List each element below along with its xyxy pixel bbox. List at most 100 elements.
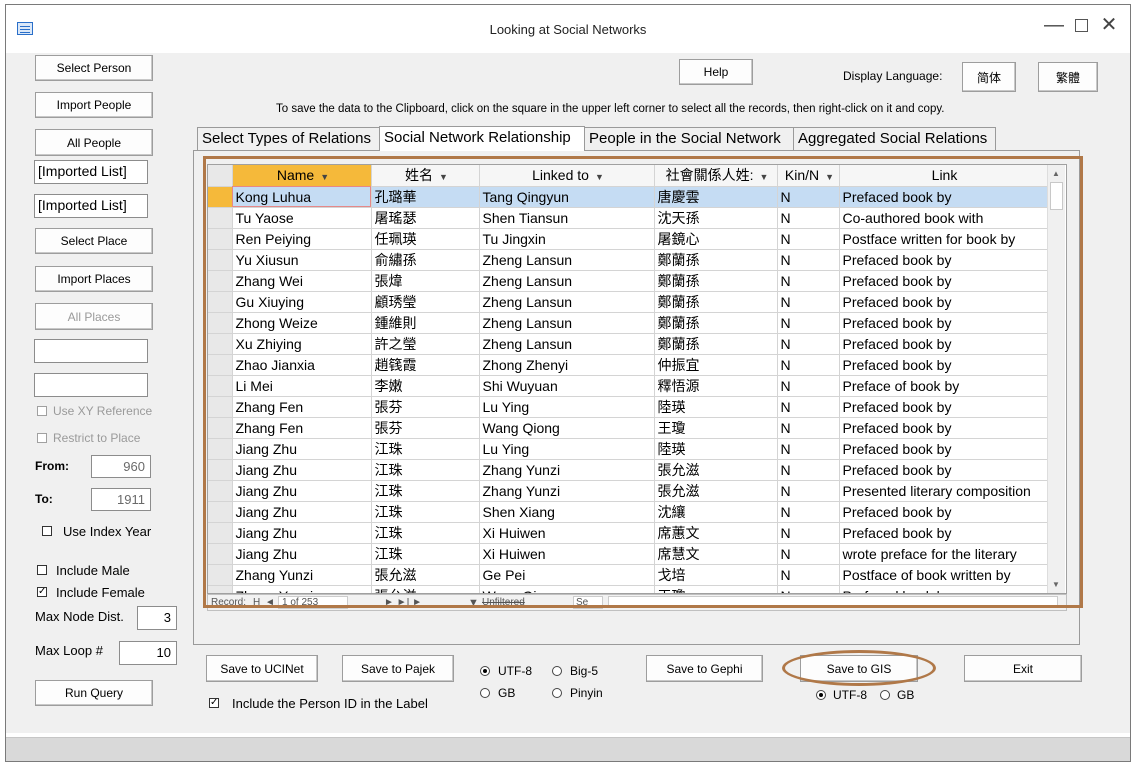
table-cell[interactable]: Jiang Zhu bbox=[232, 438, 372, 460]
save-to-gephi-button[interactable]: Save to Gephi bbox=[646, 655, 763, 682]
table-cell[interactable]: 鄭蘭孫 bbox=[654, 270, 778, 292]
table-cell[interactable]: 趙篯霞 bbox=[371, 354, 480, 376]
table-cell[interactable]: Tu Yaose bbox=[232, 207, 372, 229]
table-cell[interactable]: 屠瑤瑟 bbox=[371, 207, 480, 229]
table-cell[interactable]: N bbox=[777, 585, 840, 593]
filter-status[interactable]: Unfiltered bbox=[482, 597, 525, 608]
table-row[interactable]: Zhao Jianxia 趙篯霞 Zhong Zhenyi 仲振宜 N Prefaced … bbox=[208, 354, 1048, 376]
dropdown-arrow-icon[interactable]: ▼ bbox=[439, 172, 448, 182]
table-cell[interactable]: Prefaced book by bbox=[839, 291, 1048, 313]
table-cell[interactable]: Tu Jingxin bbox=[479, 228, 655, 250]
utf8-radio[interactable] bbox=[480, 666, 490, 676]
table-cell[interactable]: 釋悟源 bbox=[654, 375, 778, 397]
table-cell[interactable]: 戈培 bbox=[654, 564, 778, 586]
table-cell[interactable]: 唐慶雲 bbox=[654, 186, 778, 208]
select-person-button[interactable]: Select Person bbox=[35, 55, 153, 81]
table-cell[interactable]: 沈纕 bbox=[654, 501, 778, 523]
record-selector[interactable] bbox=[208, 333, 233, 355]
table-row[interactable]: Jiang Zhu 江珠 Zhang Yunzi 張允滋 N Presented lite… bbox=[208, 480, 1048, 502]
max-loop-field[interactable]: 10 bbox=[119, 641, 177, 665]
include-person-id-checkbox[interactable]: ✓ bbox=[209, 698, 219, 708]
column-header-link[interactable]: Link bbox=[839, 165, 1048, 187]
gis-utf8-radio[interactable] bbox=[816, 690, 826, 700]
table-cell[interactable]: N bbox=[777, 228, 840, 250]
import-places-button[interactable]: Import Places bbox=[35, 266, 153, 292]
table-row[interactable]: Zhang Wei 張煒 Zheng Lansun 鄭蘭孫 N Prefaced book… bbox=[208, 270, 1048, 292]
table-cell[interactable]: 陸瑛 bbox=[654, 438, 778, 460]
maximize-icon[interactable] bbox=[1070, 15, 1092, 37]
table-cell[interactable]: Zhong Weize bbox=[232, 312, 372, 334]
table-cell[interactable]: 許之瑩 bbox=[371, 333, 480, 355]
record-selector[interactable] bbox=[208, 417, 233, 439]
table-cell[interactable]: Lu Ying bbox=[479, 438, 655, 460]
scroll-down-icon[interactable]: ▼ bbox=[1052, 580, 1060, 589]
table-cell[interactable]: Co-authored book with bbox=[839, 207, 1048, 229]
table-cell[interactable]: N bbox=[777, 459, 840, 481]
table-cell[interactable]: 江珠 bbox=[371, 501, 480, 523]
column-header-associate-name[interactable]: 社會關係人姓: ▼ bbox=[654, 165, 778, 187]
tab-select-types-of-relations[interactable]: Select Types of Relations bbox=[197, 127, 380, 150]
table-row[interactable]: Xu Zhiying 許之瑩 Zheng Lansun 鄭蘭孫 N Prefaced bo… bbox=[208, 333, 1048, 355]
all-people-button[interactable]: All People bbox=[35, 129, 153, 156]
dropdown-arrow-icon[interactable]: ▼ bbox=[320, 172, 329, 182]
table-cell[interactable]: 張允滋 bbox=[371, 564, 480, 586]
table-cell[interactable]: Wang Qiong bbox=[479, 585, 655, 593]
imported-places-list-field[interactable]: [Imported List] bbox=[34, 194, 148, 218]
table-cell[interactable]: N bbox=[777, 333, 840, 355]
gis-gb-radio[interactable] bbox=[880, 690, 890, 700]
table-cell[interactable]: Zheng Lansun bbox=[479, 249, 655, 271]
scroll-up-icon[interactable]: ▲ bbox=[1052, 169, 1060, 178]
table-cell[interactable]: Jiang Zhu bbox=[232, 543, 372, 565]
table-cell[interactable]: 張芬 bbox=[371, 396, 480, 418]
table-cell[interactable]: Jiang Zhu bbox=[232, 501, 372, 523]
table-cell[interactable]: Prefaced book by bbox=[839, 438, 1048, 460]
table-cell[interactable]: Postface of book written by bbox=[839, 564, 1048, 586]
save-to-gis-button[interactable]: Save to GIS bbox=[800, 655, 918, 682]
table-cell[interactable]: Shi Wuyuan bbox=[479, 375, 655, 397]
dropdown-arrow-icon[interactable]: ▼ bbox=[759, 172, 768, 182]
simplified-chinese-button[interactable]: 简体 bbox=[962, 62, 1016, 92]
table-cell[interactable]: Lu Ying bbox=[479, 396, 655, 418]
filter-icon[interactable]: ▼ bbox=[468, 597, 479, 609]
record-selector[interactable] bbox=[208, 375, 233, 397]
table-cell[interactable]: Zheng Lansun bbox=[479, 333, 655, 355]
table-cell[interactable]: Zhang Fen bbox=[232, 417, 372, 439]
table-cell[interactable]: Preface of book by bbox=[839, 375, 1048, 397]
run-query-button[interactable]: Run Query bbox=[35, 680, 153, 706]
record-selector[interactable] bbox=[208, 249, 233, 271]
record-selector[interactable] bbox=[208, 270, 233, 292]
table-cell[interactable]: 張芬 bbox=[371, 417, 480, 439]
save-to-ucinet-button[interactable]: Save to UCINet bbox=[206, 655, 318, 682]
table-row[interactable]: Jiang Zhu 江珠 Zhang Yunzi 張允滋 N Prefaced book … bbox=[208, 459, 1048, 481]
record-selector[interactable] bbox=[208, 354, 233, 376]
max-node-dist-field[interactable]: 3 bbox=[137, 606, 177, 630]
table-row[interactable]: Zhang Yunzi 張允滋 Ge Pei 戈培 N Postface of book … bbox=[208, 564, 1048, 586]
table-cell[interactable]: 江珠 bbox=[371, 480, 480, 502]
record-selector[interactable] bbox=[208, 207, 233, 229]
table-cell[interactable]: Zheng Lansun bbox=[479, 312, 655, 334]
table-cell[interactable]: N bbox=[777, 564, 840, 586]
table-row[interactable]: Ren Peiying 任珮瑛 Tu Jingxin 屠鏡心 N Postface wri… bbox=[208, 228, 1048, 250]
imported-people-list-field[interactable]: [Imported List] bbox=[34, 160, 148, 184]
table-cell[interactable]: Prefaced book by bbox=[839, 459, 1048, 481]
table-cell[interactable]: 席慧文 bbox=[654, 543, 778, 565]
table-cell[interactable]: Zhang Fen bbox=[232, 396, 372, 418]
table-cell[interactable]: Kong Luhua bbox=[232, 186, 372, 208]
record-selector[interactable] bbox=[208, 564, 233, 586]
table-cell[interactable]: N bbox=[777, 396, 840, 418]
record-selector[interactable] bbox=[208, 291, 233, 313]
table-cell[interactable]: Ge Pei bbox=[479, 564, 655, 586]
table-cell[interactable]: 江珠 bbox=[371, 522, 480, 544]
table-cell[interactable]: Prefaced book by bbox=[839, 522, 1048, 544]
table-cell[interactable]: 王瓊 bbox=[654, 417, 778, 439]
table-row[interactable]: Zhang Fen 張芬 Wang Qiong 王瓊 N Prefaced book by bbox=[208, 417, 1048, 439]
table-cell[interactable]: Prefaced book by bbox=[839, 354, 1048, 376]
dropdown-arrow-icon[interactable]: ▼ bbox=[825, 172, 834, 182]
table-cell[interactable]: Zheng Lansun bbox=[479, 270, 655, 292]
scroll-thumb[interactable] bbox=[1050, 182, 1063, 210]
table-row[interactable]: Yu Xiusun 俞繡孫 Zheng Lansun 鄭蘭孫 N Prefaced boo… bbox=[208, 249, 1048, 271]
table-cell[interactable]: Shen Tiansun bbox=[479, 207, 655, 229]
table-cell[interactable]: N bbox=[777, 417, 840, 439]
table-row[interactable]: Jiang Zhu 江珠 Lu Ying 陸瑛 N Prefaced book by bbox=[208, 438, 1048, 460]
table-cell[interactable]: Zhong Zhenyi bbox=[479, 354, 655, 376]
